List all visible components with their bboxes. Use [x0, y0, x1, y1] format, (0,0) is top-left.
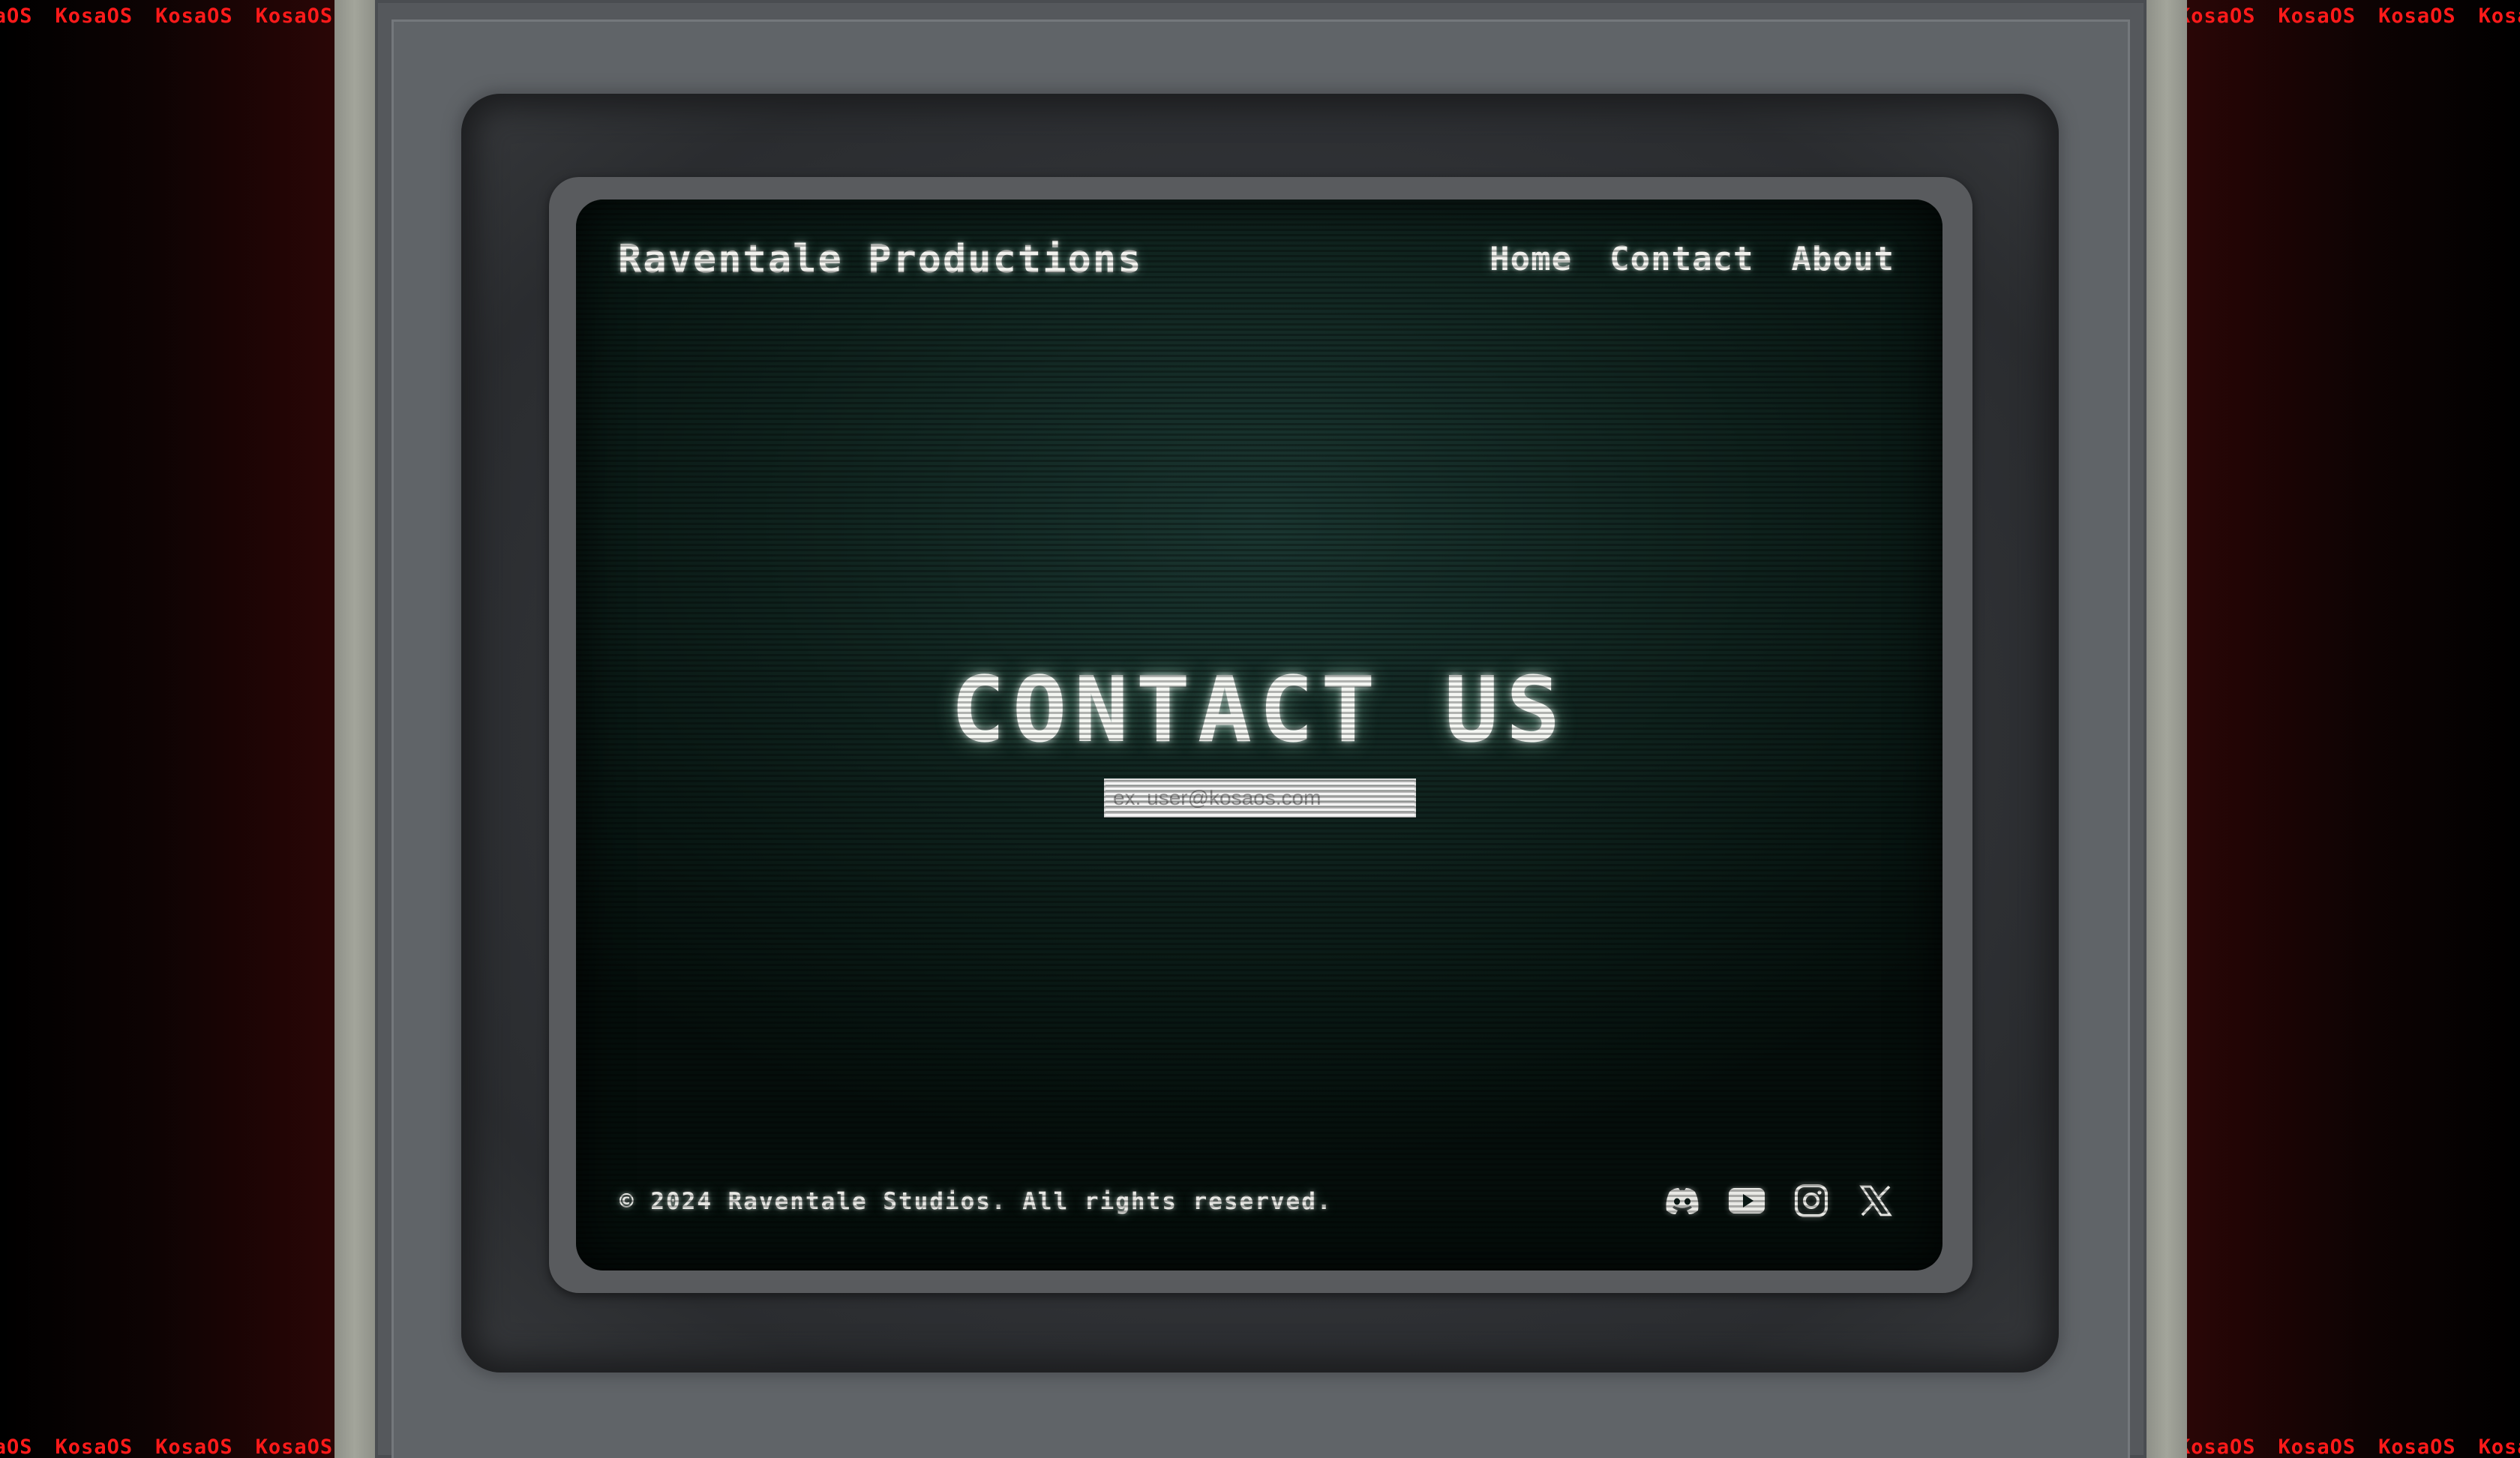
marquee-word: KosaOS [2186, 4, 2256, 28]
instagram-icon[interactable] [1792, 1182, 1830, 1220]
marquee-word: KosaOS [2278, 4, 2356, 28]
marquee-word: KosaOS [255, 4, 334, 28]
marquee-bottom-left: KosaOSKosaOSKosaOSKosaOSKosaOSKosaOSKosa… [0, 1432, 334, 1458]
marquee-word: KosaOS [55, 4, 134, 28]
marquee-word: KosaOS [0, 4, 33, 28]
copyright-text: © 2024 Raventale Studios. All rights res… [620, 1188, 1333, 1215]
screen-frame: Raventale Productions Home Contact About… [549, 177, 1972, 1293]
nav-contact-link[interactable]: Contact [1610, 240, 1754, 278]
marquee-word: KosaOS [2478, 1436, 2520, 1458]
nav-home-link[interactable]: Home [1490, 240, 1572, 278]
main-nav: Home Contact About [1490, 240, 1894, 278]
x-icon[interactable] [1857, 1182, 1894, 1220]
marquee-top-left: KosaOSKosaOSKosaOSKosaOSKosaOSKosaOSKosa… [0, 2, 334, 32]
marquee-word: KosaOS [2278, 1436, 2356, 1458]
right-backdrop: KosaOS KosaOS KosaOS KosaOS KosaOS KosaOS Kosa… [2186, 0, 2520, 1458]
nav-about-link[interactable]: About [1792, 240, 1894, 278]
marquee-top-right: KosaOSKosaOSKosaOSKosaOSKosaOSKosaOSKosa… [2186, 2, 2520, 32]
left-backdrop: KosaOS KosaOS KosaOS KosaOS KosaOS KosaOS Kosa… [0, 0, 334, 1458]
crt-screen: Raventale Productions Home Contact About… [576, 200, 1942, 1270]
marquee-word: KosaOS [155, 1436, 233, 1458]
discord-icon[interactable] [1664, 1182, 1701, 1220]
desktop: KosaOS KosaOS KosaOS KosaOS KosaOS KosaOS Kosa… [0, 0, 2520, 1458]
marquee-word: KosaOS [0, 1436, 33, 1458]
youtube-icon[interactable] [1728, 1182, 1766, 1220]
frame-strip-left [334, 0, 375, 1458]
frame-strip-right [2146, 0, 2187, 1458]
marquee-word: KosaOS [2378, 4, 2456, 28]
marquee-word: KosaOS [2186, 1436, 2256, 1458]
marquee-word: KosaOS [55, 1436, 134, 1458]
marquee-word: KosaOS [255, 1436, 334, 1458]
email-field[interactable] [1104, 778, 1416, 818]
marquee-word: KosaOS [2378, 1436, 2456, 1458]
social-links [1664, 1182, 1894, 1220]
marquee-bottom-right: KosaOSKosaOSKosaOSKosaOSKosaOSKosaOSKosa… [2186, 1432, 2520, 1458]
marquee-word: KosaOS [155, 4, 233, 28]
site-brand[interactable]: Raventale Productions [618, 237, 1142, 282]
marquee-word: KosaOS [2478, 4, 2520, 28]
page-title: CONTACT US [950, 658, 1568, 763]
monitor-bezel: Raventale Productions Home Contact About… [375, 0, 2146, 1458]
